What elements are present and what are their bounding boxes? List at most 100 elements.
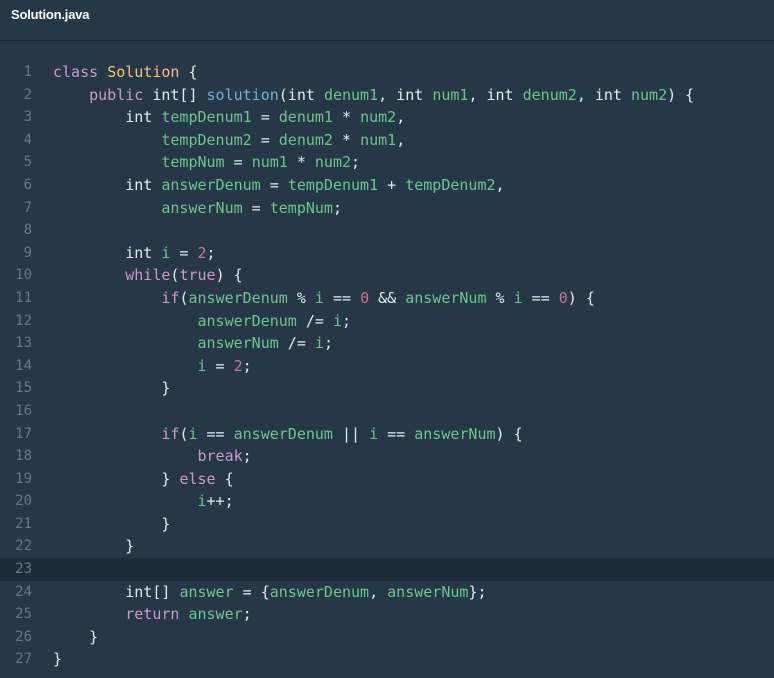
code-token-var: i [369, 424, 379, 443]
code-line[interactable]: 9 int i = 2; [0, 242, 774, 265]
code-line[interactable]: 24 int[] answer = {answerDenum, answerNu… [0, 581, 774, 604]
code-token-plain: % [287, 288, 315, 307]
code-line[interactable]: 5 tempNum = num1 * num2; [0, 151, 774, 174]
code-token-keyword: return [125, 605, 180, 624]
code-token-plain: } [53, 650, 63, 669]
code-line[interactable]: 11 if(answerDenum % i == 0 && answerNum … [0, 287, 774, 310]
code-line[interactable]: 22 } [0, 535, 774, 558]
line-number: 1 [23, 64, 32, 80]
code-line[interactable]: 21 } [0, 513, 774, 536]
code-text: } [53, 648, 62, 671]
line-number: 2 [23, 86, 32, 103]
code-token-keyword: class [53, 63, 99, 81]
code-token-var: i [197, 356, 207, 375]
code-token-plain: int [53, 243, 162, 262]
code-text: i = 2; [53, 355, 252, 378]
code-token-plain: } [53, 379, 171, 398]
code-text: int tempDenum1 = denum1 * num2, [53, 106, 405, 129]
line-number: 4 [23, 131, 32, 148]
code-token-plain: * [332, 130, 361, 149]
code-token-keyword: true [179, 266, 216, 285]
code-token-var: i [197, 492, 207, 511]
code-token-var: answer [179, 582, 234, 601]
code-line[interactable]: 8 [0, 219, 774, 242]
code-token-keyword: public [89, 85, 144, 104]
line-number: 23 [15, 561, 32, 578]
line-number: 20 [15, 493, 32, 510]
code-line[interactable]: 7 answerNum = tempNum; [0, 197, 774, 220]
code-line[interactable]: 18 break; [0, 445, 774, 468]
code-line[interactable]: 19 } else { [0, 468, 774, 491]
code-token-plain: ; [323, 334, 333, 353]
code-token-keyword: if [161, 288, 180, 307]
code-line[interactable]: 13 answerNum /= i; [0, 332, 774, 355]
code-line[interactable]: 23 [0, 558, 774, 581]
code-token-plain: { [215, 469, 234, 488]
line-number: 8 [23, 222, 32, 239]
code-token-var: answerNum [387, 582, 469, 601]
code-text: } [53, 513, 170, 536]
code-text: } [53, 626, 98, 649]
code-text: } [53, 535, 134, 558]
code-token-plain: ; [242, 356, 252, 375]
file-tab-title[interactable]: Solution.java [11, 7, 90, 22]
code-token-plain: == [378, 424, 415, 443]
code-token-keyword: if [161, 424, 180, 443]
code-token-var: i [188, 424, 198, 443]
code-line[interactable]: 26 } [0, 626, 774, 649]
code-token-var: tempNum [161, 153, 225, 172]
code-token-plain: = { [233, 582, 270, 601]
code-text: if(i == answerDenum || i == answerNum) { [53, 423, 522, 446]
code-line[interactable]: 27} [0, 648, 774, 671]
code-token-var: tempDenum1 [287, 175, 379, 194]
code-token-plain: ; [332, 198, 342, 217]
code-token-plain: && [369, 288, 406, 307]
code-token-plain: , [495, 175, 505, 194]
code-line[interactable]: 10 while(true) { [0, 264, 774, 287]
code-line[interactable]: 3 int tempDenum1 = denum1 * num2, [0, 106, 774, 129]
code-line[interactable]: 16 [0, 400, 774, 423]
code-token-plain: int [53, 175, 162, 194]
code-line[interactable]: 25 return answer; [0, 603, 774, 626]
code-token-var: answer [188, 605, 243, 624]
code-token-num: 0 [558, 288, 568, 307]
code-line[interactable]: 4 tempDenum2 = denum2 * num1, [0, 129, 774, 152]
code-text: int i = 2; [53, 242, 215, 265]
code-editor[interactable]: 1 class Solution {2 public int[] solution… [0, 41, 774, 671]
code-token-var: answerNum [197, 334, 279, 353]
code-token-plain: }; [468, 582, 487, 601]
code-line[interactable]: 14 i = 2; [0, 355, 774, 378]
code-token-var: i [314, 288, 324, 307]
code-token-plain: = [170, 243, 198, 262]
line-number: 3 [23, 109, 32, 126]
code-text: } [53, 377, 170, 400]
code-line[interactable]: 17 if(i == answerDenum || i == answerNum… [0, 423, 774, 446]
code-line[interactable]: 15 } [0, 377, 774, 400]
code-text: answerNum /= i; [53, 332, 333, 355]
line-number: 21 [15, 515, 32, 532]
code-text: } else { [53, 468, 234, 491]
code-text: if(answerDenum % i == 0 && answerNum % i… [53, 287, 595, 310]
code-token-plain: = [242, 198, 270, 217]
code-token-plain: * [332, 108, 361, 127]
code-line[interactable]: 12 answerDenum /= i; [0, 310, 774, 333]
code-token-num: 2 [233, 356, 243, 375]
code-token-plain: } [53, 514, 171, 533]
code-line[interactable]: 1 class Solution { [0, 61, 774, 84]
code-token-plain: = [224, 153, 252, 172]
code-line[interactable]: 20 i++; [0, 490, 774, 513]
code-token-plain: = [251, 108, 279, 127]
code-token-plain: ; [342, 311, 352, 330]
code-text: tempNum = num1 * num2; [53, 151, 360, 174]
code-line[interactable]: 2 public int[] solution(int denum1, int … [0, 84, 774, 107]
code-token-plain: || [332, 424, 370, 443]
code-line[interactable]: 6 int answerDenum = tempDenum1 + tempDen… [0, 174, 774, 197]
line-number: 25 [15, 606, 32, 623]
code-token-var: tempDenum1 [161, 108, 252, 127]
